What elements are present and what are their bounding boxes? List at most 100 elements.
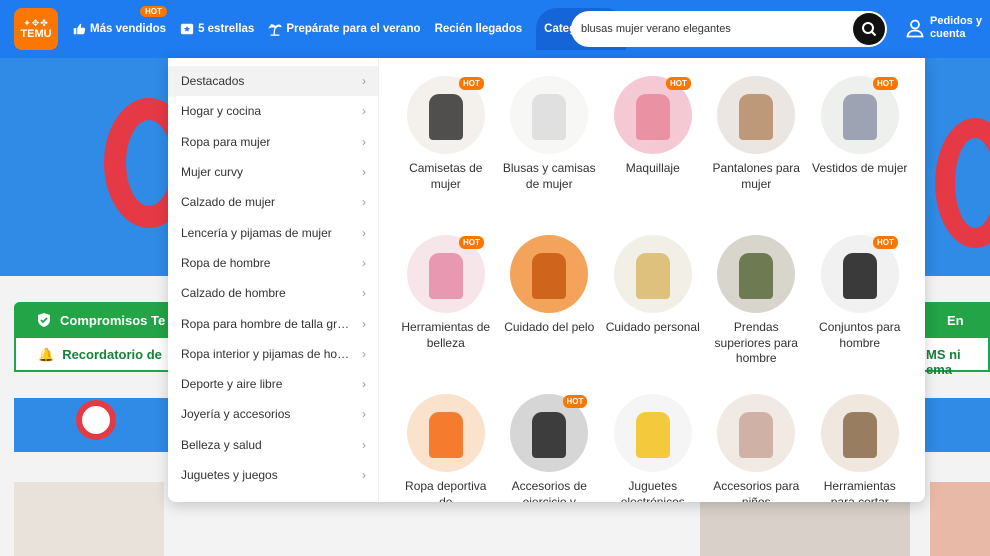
subcategory-label: Prendas superiores para hombre bbox=[714, 320, 798, 365]
category-item[interactable]: Deporte y aire libre › bbox=[168, 369, 378, 399]
subcategory-image bbox=[717, 235, 796, 313]
category-label: Ropa para mujer bbox=[181, 134, 271, 149]
category-label: Lencería y pijamas de mujer bbox=[181, 225, 332, 240]
nav-summer[interactable]: Prepárate para el verano bbox=[268, 22, 421, 36]
product-shape bbox=[739, 412, 774, 458]
category-label: Joyería y accesorios bbox=[181, 407, 291, 422]
commitments-text: Compromisos Te bbox=[60, 312, 166, 328]
subcategory-label: Ropa deportiva de bbox=[405, 479, 487, 502]
product-shape bbox=[635, 253, 670, 299]
account-label: Pedidos y cuenta bbox=[930, 15, 982, 41]
chevron-right-icon: › bbox=[362, 377, 366, 392]
hot-badge: HOT bbox=[140, 6, 167, 17]
product-shape bbox=[532, 253, 567, 299]
subcategory-tile[interactable]: HOT Herramientas de belleza bbox=[394, 235, 498, 394]
category-item[interactable]: Destacados › bbox=[168, 66, 378, 97]
subcategory-label: Cuidado del pelo bbox=[504, 320, 595, 334]
category-item[interactable]: Ropa de hombre › bbox=[168, 248, 378, 278]
product-card[interactable] bbox=[930, 482, 990, 556]
product-shape bbox=[635, 412, 670, 458]
dropdown-divider bbox=[378, 58, 379, 502]
chevron-right-icon: › bbox=[362, 255, 366, 270]
shield-check-icon bbox=[38, 313, 50, 327]
hot-badge: HOT bbox=[459, 236, 484, 249]
nav-new-arrivals[interactable]: Recién llegados bbox=[435, 23, 523, 35]
top-header: ✦✥✤ TEMU Más vendidos HOT 5 estrellas Pr… bbox=[0, 0, 990, 58]
category-item[interactable]: Ropa interior y pijamas de hombre › bbox=[168, 339, 378, 369]
main-nav: Más vendidos HOT 5 estrellas Prepárate p… bbox=[72, 0, 626, 58]
user-icon bbox=[906, 19, 924, 38]
nav-five-stars-label: 5 estrellas bbox=[198, 23, 255, 35]
subcategory-label: Accesorios para niños bbox=[713, 479, 800, 502]
search-bar bbox=[571, 11, 887, 47]
product-shape bbox=[739, 94, 774, 140]
product-shape bbox=[635, 94, 670, 140]
subcategory-tile[interactable]: Accesorios para niños bbox=[705, 394, 809, 502]
subcategory-tile[interactable]: HOT Vestidos de mujer bbox=[808, 76, 912, 235]
subcategory-tile[interactable]: Blusas y camisas de mujer bbox=[498, 76, 602, 235]
chevron-right-icon: › bbox=[362, 165, 366, 180]
subcategory-image bbox=[613, 235, 692, 313]
chevron-right-icon: › bbox=[362, 286, 366, 301]
chevron-right-icon: › bbox=[362, 407, 366, 422]
commitments-right[interactable]: En bbox=[925, 302, 990, 338]
product-shape bbox=[532, 94, 567, 140]
nav-five-stars[interactable]: 5 estrellas bbox=[180, 22, 254, 36]
nav-best-sellers[interactable]: Más vendidos HOT bbox=[72, 6, 167, 36]
subcategory-image bbox=[820, 394, 899, 472]
category-item[interactable]: Joyería y accesorios › bbox=[168, 399, 378, 429]
subcategory-label: Accesorios de ejercicio y bbox=[511, 479, 587, 502]
star-badge-icon bbox=[180, 23, 194, 35]
subcategory-grid: HOT Camisetas de mujer Blusas y camisas de… bbox=[394, 76, 914, 502]
category-label: Mujer curvy bbox=[181, 165, 244, 180]
category-item[interactable]: Belleza y salud › bbox=[168, 430, 378, 460]
subcategory-tile[interactable]: HOT Accesorios de ejercicio y bbox=[498, 394, 602, 502]
subcategory-label: Juguetes electrónicos bbox=[620, 479, 685, 502]
category-item[interactable]: Ropa para mujer › bbox=[168, 127, 378, 157]
subcategory-tile[interactable]: HOT Conjuntos para hombre bbox=[808, 235, 912, 394]
categories-dropdown: Destacados › Hogar y cocina › Ropa para muje… bbox=[168, 58, 925, 502]
subcategory-tile[interactable]: Prendas superiores para hombre bbox=[705, 235, 809, 394]
category-label: Calzado de hombre bbox=[181, 286, 286, 301]
category-label: Ropa interior y pijamas de hombre bbox=[181, 346, 353, 361]
subcategory-tile[interactable]: HOT Camisetas de mujer bbox=[394, 76, 498, 235]
subcategory-tile[interactable]: Pantalones para mujer bbox=[705, 76, 809, 235]
reminder-right-text: MS ni ema bbox=[926, 347, 961, 377]
subcategory-tile[interactable]: HOT Maquillaje bbox=[601, 76, 705, 235]
account-line-1: Pedidos y bbox=[930, 15, 982, 27]
product-shape bbox=[532, 412, 567, 458]
product-shape bbox=[739, 253, 774, 299]
subcategory-tile[interactable]: Herramientas para cortar bbox=[808, 394, 912, 502]
subcategory-label: Blusas y camisas de mujer bbox=[502, 161, 596, 191]
category-item[interactable]: Calzado de mujer › bbox=[168, 187, 378, 217]
chevron-right-icon: › bbox=[362, 74, 366, 89]
category-item[interactable]: Juguetes y juegos › bbox=[168, 460, 378, 490]
commitments-bar[interactable]: Compromisos Te bbox=[14, 302, 174, 338]
subcategory-tile[interactable]: Cuidado personal bbox=[601, 235, 705, 394]
category-item[interactable]: Lencería y pijamas de mujer › bbox=[168, 217, 378, 247]
search-button[interactable] bbox=[853, 13, 885, 45]
commitments-right-text: En bbox=[947, 312, 964, 328]
subcategory-label: Pantalones para mujer bbox=[712, 161, 800, 191]
subcategory-tile[interactable]: Cuidado del pelo bbox=[498, 235, 602, 394]
subcategory-image bbox=[406, 394, 485, 472]
reminder-label: Recordatorio de bbox=[62, 347, 162, 362]
category-item[interactable]: Calzado de hombre › bbox=[168, 278, 378, 308]
category-item[interactable]: Ropa para hombre de talla grande › bbox=[168, 308, 378, 338]
temu-logo[interactable]: ✦✥✤ TEMU bbox=[14, 8, 58, 50]
search-input[interactable] bbox=[581, 23, 841, 35]
search-icon bbox=[862, 22, 877, 37]
product-shape bbox=[428, 253, 463, 299]
chevron-right-icon: › bbox=[362, 104, 366, 119]
nav-summer-label: Prepárate para el verano bbox=[286, 23, 421, 35]
chevron-right-icon: › bbox=[362, 468, 366, 482]
thumbs-up-icon bbox=[73, 23, 86, 35]
subcategory-tile[interactable]: Ropa deportiva de bbox=[394, 394, 498, 502]
product-card[interactable] bbox=[14, 482, 164, 556]
category-item[interactable]: Mujer curvy › bbox=[168, 157, 378, 187]
category-item[interactable]: Hogar y cocina › bbox=[168, 96, 378, 126]
subcategory-tile[interactable]: Juguetes electrónicos bbox=[601, 394, 705, 502]
nav-best-sellers-label: Más vendidos bbox=[90, 23, 167, 35]
account-menu[interactable]: Pedidos y cuenta bbox=[905, 15, 982, 41]
account-line-2: cuenta bbox=[930, 28, 966, 40]
